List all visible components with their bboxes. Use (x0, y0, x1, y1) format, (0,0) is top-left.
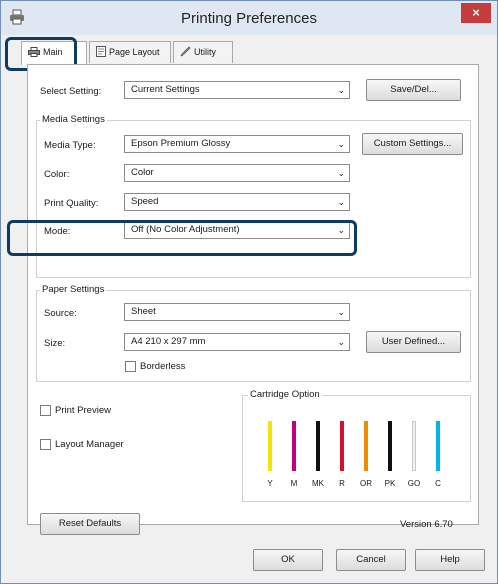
size-label: Size: (44, 338, 66, 349)
media-type-dropdown[interactable]: Epson Premium Glossy ⌄ (124, 135, 350, 153)
ink-label-y: Y (267, 479, 273, 488)
cancel-button[interactable]: Cancel (336, 549, 406, 571)
page-icon (96, 46, 106, 57)
mode-row-highlight (7, 220, 357, 256)
ink-bar-y (268, 421, 272, 471)
title-bar: Printing Preferences × (1, 1, 497, 35)
media-settings-title: Media Settings (40, 114, 107, 125)
print-quality-dropdown[interactable]: Speed ⌄ (124, 193, 350, 211)
ink-label-m: M (290, 479, 298, 488)
wrench-icon (180, 46, 191, 57)
color-label: Color: (44, 169, 70, 180)
paper-settings-title: Paper Settings (40, 284, 107, 295)
cartridge-option-title: Cartridge Option (248, 389, 322, 400)
layout-manager-label: Layout Manager (55, 439, 124, 450)
chevron-down-icon: ⌄ (337, 168, 345, 178)
tab-page-layout[interactable]: Page Layout (89, 41, 171, 63)
print-preview-checkbox[interactable] (40, 405, 51, 416)
ink-bar-mk (316, 421, 320, 471)
print-quality-label: Print Quality: (44, 198, 99, 209)
ink-bar-or (364, 421, 368, 471)
print-quality-value: Speed (131, 196, 159, 207)
source-label: Source: (44, 308, 77, 319)
layout-manager-checkbox[interactable] (40, 439, 51, 450)
save-del-button[interactable]: Save/Del... (366, 79, 461, 101)
size-dropdown[interactable]: A4 210 x 297 mm ⌄ (124, 333, 350, 351)
ink-bar-go (412, 421, 416, 471)
ink-label-go: GO (407, 479, 421, 488)
help-button[interactable]: Help (415, 549, 485, 571)
ink-bar-r (340, 421, 344, 471)
custom-settings-button[interactable]: Custom Settings... (362, 133, 463, 155)
color-value: Color (131, 167, 154, 178)
source-dropdown[interactable]: Sheet ⌄ (124, 303, 350, 321)
chevron-down-icon: ⌄ (337, 85, 345, 95)
reset-defaults-button[interactable]: Reset Defaults (40, 513, 140, 535)
print-preview-label: Print Preview (55, 405, 111, 416)
window-title: Printing Preferences (181, 10, 317, 27)
ink-levels: Y M MK R OR PK GO C (242, 411, 471, 501)
chevron-down-icon: ⌄ (337, 307, 345, 317)
ok-button[interactable]: OK (253, 549, 323, 571)
ink-label-r: R (339, 479, 345, 488)
source-value: Sheet (131, 306, 156, 317)
select-setting-value: Current Settings (131, 84, 200, 95)
chevron-down-icon: ⌄ (337, 337, 345, 347)
user-defined-button[interactable]: User Defined... (366, 331, 461, 353)
size-value: A4 210 x 297 mm (131, 336, 206, 347)
ink-bar-pk (388, 421, 392, 471)
tab-page-layout-label: Page Layout (109, 47, 160, 57)
chevron-down-icon: ⌄ (337, 139, 345, 149)
select-setting-dropdown[interactable]: Current Settings ⌄ (124, 81, 350, 99)
select-setting-label: Select Setting: (40, 86, 102, 97)
ink-label-or: OR (360, 479, 372, 488)
color-dropdown[interactable]: Color ⌄ (124, 164, 350, 182)
version-text: Version 6.70 (400, 519, 453, 530)
media-type-label: Media Type: (44, 140, 96, 151)
main-tab-panel: Select Setting: Current Settings ⌄ Save/D… (27, 64, 479, 535)
tab-utility-label: Utility (194, 47, 216, 57)
ink-bar-m (292, 421, 296, 471)
media-type-value: Epson Premium Glossy (131, 138, 231, 149)
ink-label-mk: MK (312, 479, 324, 488)
ink-bar-c (436, 421, 440, 471)
ink-label-pk: PK (384, 479, 396, 488)
tab-utility[interactable]: Utility (173, 41, 233, 63)
borderless-label: Borderless (140, 361, 186, 372)
printing-preferences-window: Printing Preferences × Main Page Layout … (0, 0, 498, 584)
chevron-down-icon: ⌄ (337, 197, 345, 207)
borderless-checkbox[interactable] (125, 361, 136, 372)
close-button[interactable]: × (461, 3, 491, 23)
ink-label-c: C (435, 479, 441, 488)
